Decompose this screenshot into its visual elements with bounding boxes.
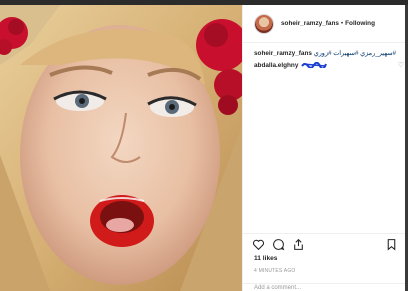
comments-section: soheir_ramzy_fans #سهير_رمزي #سهيرات #زو… (254, 49, 404, 70)
small-heart-icon[interactable]: ♡ (398, 61, 404, 70)
red-lips (90, 195, 154, 247)
timestamp: 4 MINUTES AGO (254, 268, 296, 274)
bookmark-icon[interactable] (385, 238, 398, 251)
post-actions: 11 likes 4 MINUTES AGO Add a comment... (243, 233, 406, 291)
action-icons-row (252, 238, 398, 252)
scribbled-out-comment-text (301, 62, 328, 69)
avatar[interactable] (254, 13, 274, 34)
following-button[interactable]: Following (345, 20, 375, 27)
header-username-link[interactable]: soheir_ramzy_fans (281, 20, 339, 27)
post-photo[interactable] (0, 5, 242, 291)
heart-icon[interactable] (252, 238, 265, 251)
caption-username-link[interactable]: soheir_ramzy_fans (254, 50, 312, 57)
header-separator: • (340, 20, 344, 27)
post-header: soheir_ramzy_fans • Following (243, 5, 406, 43)
comment-item: abdalla.elghny ♡ (254, 61, 404, 70)
instagram-post-modal: soheir_ramzy_fans • Following soheir_ramzy… (0, 0, 408, 291)
share-icon[interactable] (292, 238, 305, 251)
post-photo-image (0, 5, 242, 291)
caption-hashtags[interactable]: #سهير_رمزي #سهيرات #زوري (314, 50, 396, 57)
likes-count[interactable]: 11 likes (254, 255, 277, 262)
caption: soheir_ramzy_fans #سهير_رمزي #سهيرات #زو… (254, 49, 402, 58)
comment-username-link[interactable]: abdalla.elghny (254, 62, 298, 69)
add-comment-input[interactable]: Add a comment... (243, 283, 406, 291)
comment-icon[interactable] (272, 238, 285, 251)
post-side-panel: soheir_ramzy_fans • Following soheir_ramzy… (242, 5, 406, 291)
header-text: soheir_ramzy_fans • Following (281, 20, 375, 27)
